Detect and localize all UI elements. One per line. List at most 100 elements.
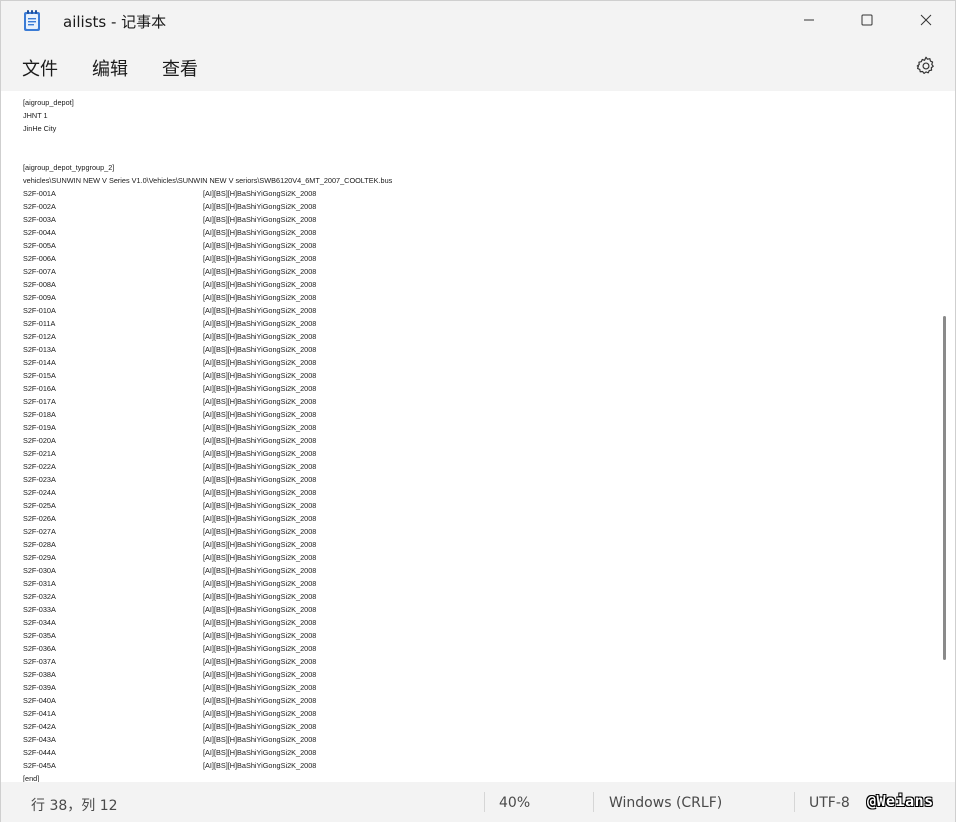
- text-line: S2F-001A [AI][BS][H]BaShiYiGongSi2K_2008: [23, 187, 392, 200]
- menu-view[interactable]: 查看: [160, 55, 200, 81]
- close-button[interactable]: [897, 1, 955, 39]
- text-line: JHNT 1: [23, 111, 48, 120]
- text-line: [aigroup_depot_typgroup_2]: [23, 163, 115, 172]
- line-vehicle-tag: [AI][BS][H]BaShiYiGongSi2K_2008: [203, 605, 317, 614]
- line-vehicle-id: S2F-024A: [23, 488, 56, 497]
- line-vehicle-tag: [AI][BS][H]BaShiYiGongSi2K_2008: [203, 501, 317, 510]
- editor-content[interactable]: [aigroup_depot] JHNT 1 JinHe City [aigroup_…: [23, 96, 392, 782]
- line-vehicle-tag: [AI][BS][H]BaShiYiGongSi2K_2008: [203, 384, 317, 393]
- text-line: S2F-022A [AI][BS][H]BaShiYiGongSi2K_2008: [23, 460, 392, 473]
- line-vehicle-tag: [AI][BS][H]BaShiYiGongSi2K_2008: [203, 280, 317, 289]
- line-vehicle-tag: [AI][BS][H]BaShiYiGongSi2K_2008: [203, 631, 317, 640]
- text-line: S2F-010A [AI][BS][H]BaShiYiGongSi2K_2008: [23, 304, 392, 317]
- line-vehicle-id: S2F-038A: [23, 670, 56, 679]
- text-line: S2F-020A [AI][BS][H]BaShiYiGongSi2K_2008: [23, 434, 392, 447]
- line-vehicle-id: S2F-035A: [23, 631, 56, 640]
- line-vehicle-id: S2F-015A: [23, 371, 56, 380]
- line-vehicle-id: S2F-026A: [23, 514, 56, 523]
- text-line: S2F-018A [AI][BS][H]BaShiYiGongSi2K_2008: [23, 408, 392, 421]
- line-vehicle-id: S2F-037A: [23, 657, 56, 666]
- line-vehicle-tag: [AI][BS][H]BaShiYiGongSi2K_2008: [203, 657, 317, 666]
- menu-edit[interactable]: 编辑: [90, 55, 130, 81]
- line-vehicle-tag: [AI][BS][H]BaShiYiGongSi2K_2008: [203, 202, 317, 211]
- line-vehicle-tag: [AI][BS][H]BaShiYiGongSi2K_2008: [203, 696, 317, 705]
- line-vehicle-tag: [AI][BS][H]BaShiYiGongSi2K_2008: [203, 241, 317, 250]
- text-line: S2F-002A [AI][BS][H]BaShiYiGongSi2K_2008: [23, 200, 392, 213]
- line-vehicle-tag: [AI][BS][H]BaShiYiGongSi2K_2008: [203, 319, 317, 328]
- zoom-level[interactable]: 40%: [499, 795, 530, 811]
- line-vehicle-tag: [AI][BS][H]BaShiYiGongSi2K_2008: [203, 358, 317, 367]
- line-vehicle-id: S2F-033A: [23, 605, 56, 614]
- text-line: S2F-038A [AI][BS][H]BaShiYiGongSi2K_2008: [23, 668, 392, 681]
- text-line: S2F-025A [AI][BS][H]BaShiYiGongSi2K_2008: [23, 499, 392, 512]
- text-line: S2F-014A [AI][BS][H]BaShiYiGongSi2K_2008: [23, 356, 392, 369]
- line-vehicle-id: S2F-031A: [23, 579, 56, 588]
- line-vehicle-tag: [AI][BS][H]BaShiYiGongSi2K_2008: [203, 189, 317, 198]
- line-vehicle-id: S2F-008A: [23, 280, 56, 289]
- line-vehicle-id: S2F-027A: [23, 527, 56, 536]
- line-vehicle-id: S2F-018A: [23, 410, 56, 419]
- line-vehicle-id: S2F-019A: [23, 423, 56, 432]
- line-vehicle-id: S2F-039A: [23, 683, 56, 692]
- line-vehicle-tag: [AI][BS][H]BaShiYiGongSi2K_2008: [203, 345, 317, 354]
- text-line: S2F-034A [AI][BS][H]BaShiYiGongSi2K_2008: [23, 616, 392, 629]
- text-line: vehicles\SUNWIN NEW V Series V1.0\Vehicl…: [23, 176, 393, 185]
- text-line: S2F-013A [AI][BS][H]BaShiYiGongSi2K_2008: [23, 343, 392, 356]
- line-vehicle-id: S2F-011A: [23, 319, 56, 328]
- line-vehicle-tag: [AI][BS][H]BaShiYiGongSi2K_2008: [203, 423, 317, 432]
- line-vehicle-tag: [AI][BS][H]BaShiYiGongSi2K_2008: [203, 293, 317, 302]
- status-divider: [484, 792, 485, 812]
- line-vehicle-id: S2F-021A: [23, 449, 56, 458]
- text-line: S2F-042A [AI][BS][H]BaShiYiGongSi2K_2008: [23, 720, 392, 733]
- text-line: [aigroup_depot]: [23, 98, 74, 107]
- line-vehicle-id: S2F-043A: [23, 735, 56, 744]
- text-line: S2F-011A [AI][BS][H]BaShiYiGongSi2K_2008: [23, 317, 392, 330]
- text-line: S2F-040A [AI][BS][H]BaShiYiGongSi2K_2008: [23, 694, 392, 707]
- line-vehicle-id: S2F-003A: [23, 215, 56, 224]
- text-line: S2F-024A [AI][BS][H]BaShiYiGongSi2K_2008: [23, 486, 392, 499]
- line-vehicle-id: S2F-010A: [23, 306, 56, 315]
- line-vehicle-id: S2F-029A: [23, 553, 56, 562]
- text-line: S2F-021A [AI][BS][H]BaShiYiGongSi2K_2008: [23, 447, 392, 460]
- status-bar: 行 38，列 12 40% Windows (CRLF) UTF-8 @Weia…: [1, 782, 955, 822]
- menu-file[interactable]: 文件: [20, 55, 60, 81]
- text-line: S2F-008A [AI][BS][H]BaShiYiGongSi2K_2008: [23, 278, 392, 291]
- line-vehicle-id: S2F-006A: [23, 254, 56, 263]
- line-vehicle-id: S2F-028A: [23, 540, 56, 549]
- line-vehicle-id: S2F-023A: [23, 475, 56, 484]
- line-vehicle-tag: [AI][BS][H]BaShiYiGongSi2K_2008: [203, 410, 317, 419]
- line-vehicle-id: S2F-007A: [23, 267, 56, 276]
- settings-button[interactable]: [915, 55, 937, 77]
- text-line: S2F-016A [AI][BS][H]BaShiYiGongSi2K_2008: [23, 382, 392, 395]
- line-vehicle-id: S2F-014A: [23, 358, 56, 367]
- line-vehicle-tag: [AI][BS][H]BaShiYiGongSi2K_2008: [203, 683, 317, 692]
- line-vehicle-tag: [AI][BS][H]BaShiYiGongSi2K_2008: [203, 618, 317, 627]
- text-editor[interactable]: [aigroup_depot] JHNT 1 JinHe City [aigroup_…: [1, 91, 955, 782]
- maximize-button[interactable]: [838, 1, 896, 39]
- text-line: S2F-017A [AI][BS][H]BaShiYiGongSi2K_2008: [23, 395, 392, 408]
- line-vehicle-tag: [AI][BS][H]BaShiYiGongSi2K_2008: [203, 644, 317, 653]
- line-vehicle-tag: [AI][BS][H]BaShiYiGongSi2K_2008: [203, 592, 317, 601]
- text-line: S2F-032A [AI][BS][H]BaShiYiGongSi2K_2008: [23, 590, 392, 603]
- line-vehicle-tag: [AI][BS][H]BaShiYiGongSi2K_2008: [203, 436, 317, 445]
- text-line: S2F-015A [AI][BS][H]BaShiYiGongSi2K_2008: [23, 369, 392, 382]
- line-vehicle-tag: [AI][BS][H]BaShiYiGongSi2K_2008: [203, 332, 317, 341]
- title-bar[interactable]: ailists - 记事本: [1, 1, 955, 41]
- text-line: S2F-012A [AI][BS][H]BaShiYiGongSi2K_2008: [23, 330, 392, 343]
- line-vehicle-id: S2F-001A: [23, 189, 56, 198]
- text-line: S2F-044A [AI][BS][H]BaShiYiGongSi2K_2008: [23, 746, 392, 759]
- line-vehicle-id: S2F-034A: [23, 618, 56, 627]
- watermark: @Weians: [867, 792, 934, 810]
- minimize-button[interactable]: [780, 1, 838, 39]
- status-divider: [794, 792, 795, 812]
- vertical-scrollbar[interactable]: [943, 316, 946, 660]
- line-vehicle-id: S2F-016A: [23, 384, 56, 393]
- cursor-position: 行 38，列 12: [31, 798, 118, 814]
- encoding[interactable]: UTF-8: [809, 795, 850, 811]
- line-vehicle-id: S2F-030A: [23, 566, 56, 575]
- notepad-window: ailists - 记事本 文件 编辑 查看 [aigroup_depot] J…: [0, 0, 956, 822]
- text-line: S2F-019A [AI][BS][H]BaShiYiGongSi2K_2008: [23, 421, 392, 434]
- line-ending[interactable]: Windows (CRLF): [609, 795, 722, 811]
- text-line: S2F-028A [AI][BS][H]BaShiYiGongSi2K_2008: [23, 538, 392, 551]
- line-vehicle-id: S2F-042A: [23, 722, 56, 731]
